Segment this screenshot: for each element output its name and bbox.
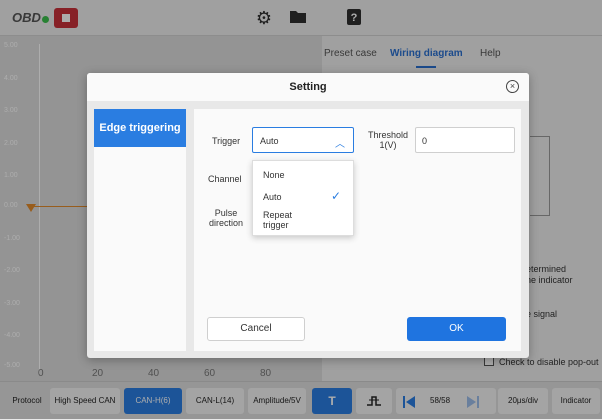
setting-dialog: Setting × Edge triggering Trigger Auto ︿…	[87, 73, 529, 358]
settings-menu: Edge triggering	[94, 109, 186, 351]
close-icon[interactable]: ×	[506, 80, 519, 93]
menu-item-edge-triggering[interactable]: Edge triggering	[94, 109, 186, 147]
trigger-select[interactable]: Auto ︿	[252, 127, 354, 153]
dialog-title: Setting	[87, 73, 529, 101]
cancel-button[interactable]: Cancel	[207, 317, 305, 341]
ok-button[interactable]: OK	[407, 317, 506, 341]
threshold-input[interactable]: 0	[415, 127, 515, 153]
option-repeat-trigger[interactable]: Repeat trigger	[263, 210, 292, 230]
threshold-label: Threshold 1(V)	[367, 130, 409, 150]
option-auto[interactable]: Auto	[263, 192, 282, 202]
trigger-select-value: Auto	[260, 136, 279, 146]
checkmark-icon: ✓	[331, 189, 342, 203]
channel-label: Channel	[208, 174, 242, 184]
pulse-direction-label: Pulse direction	[208, 208, 244, 228]
chevron-up-icon: ︿	[335, 139, 345, 150]
option-none[interactable]: None	[263, 170, 285, 180]
settings-content: Trigger Auto ︿ Threshold 1(V) 0 Channel …	[194, 109, 521, 351]
trigger-label: Trigger	[212, 136, 241, 146]
trigger-dropdown-menu: None Auto ✓ Repeat trigger	[252, 160, 354, 236]
threshold-value: 0	[422, 136, 428, 146]
